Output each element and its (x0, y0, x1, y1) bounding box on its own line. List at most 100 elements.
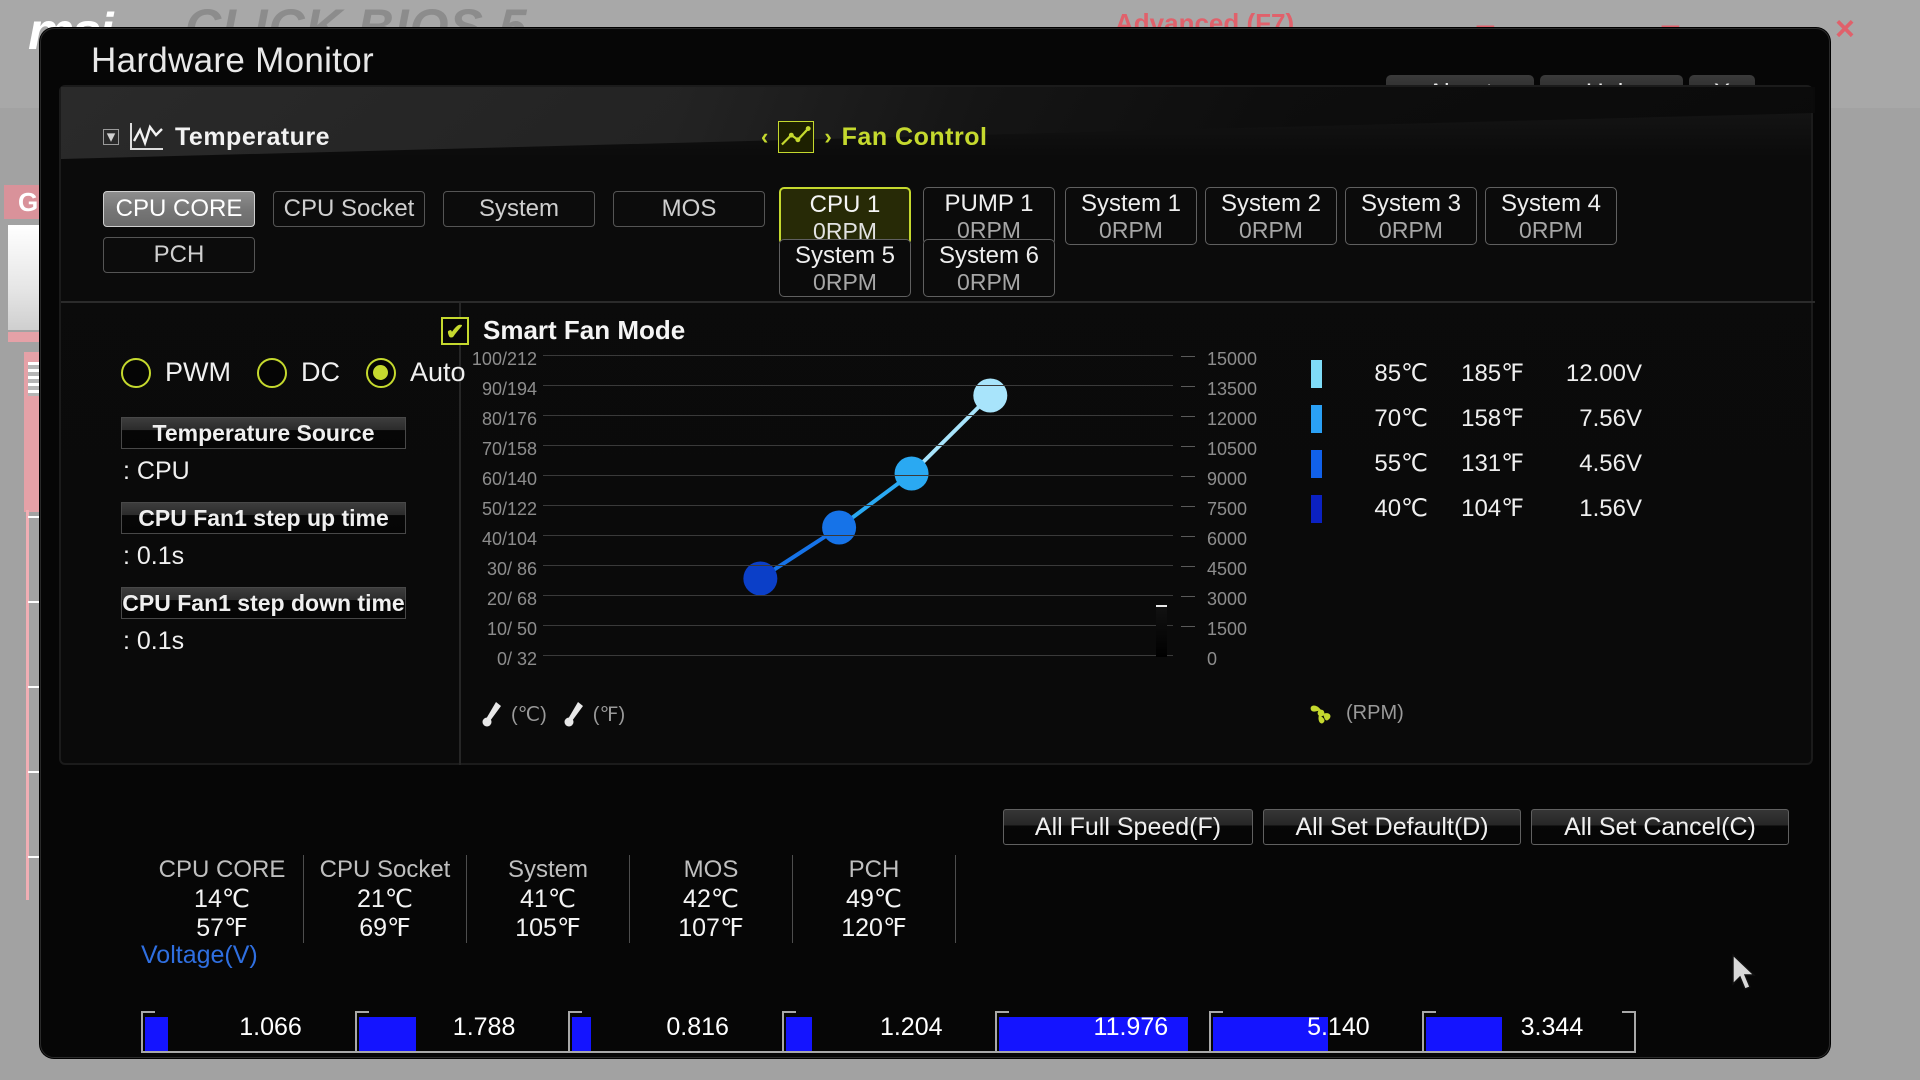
temp-summary-fahrenheit: 120℉ (841, 914, 907, 942)
chart-right-tick: 1500 (1207, 619, 1248, 639)
voltage-rail: 0.816 CPU SA (568, 1011, 782, 1058)
fan-curve-point[interactable] (973, 378, 1008, 413)
temp-summary-celsius: 42℃ (683, 885, 739, 913)
fan-button-system-6[interactable]: System 6 0RPM (923, 239, 1055, 297)
voltage-rail-label: CPU SA (576, 1057, 669, 1058)
temp-summary-column: PCH 49℃ 120℉ (793, 855, 956, 943)
legend-color-swatch (1311, 449, 1322, 478)
voltage-rail: 11.976 System 12V (995, 1011, 1209, 1057)
legend-celsius: 70℃ (1374, 405, 1428, 432)
voltage-rail-tick (354, 1011, 369, 1053)
rpm-unit-label: (RPM) (1346, 701, 1404, 724)
chart-right-tick: 10500 (1207, 439, 1258, 459)
temperature-source-value: : CPU (123, 457, 190, 485)
temp-tab-system[interactable]: System (443, 191, 595, 227)
voltage-rail: 1.066 CPU Core (141, 1011, 355, 1057)
chart-gridline (543, 445, 1173, 446)
temp-summary-column: MOS 42℃ 107℉ (630, 855, 793, 943)
chart-left-tick: 70/158 (481, 439, 537, 459)
radio-pwm[interactable] (121, 357, 151, 388)
temp-summary-column: CPU CORE 14℃ 57℉ (141, 855, 304, 943)
fan-mode-radio-group: PWM DC Auto (121, 357, 478, 388)
fan-button-system-3[interactable]: System 3 0RPM (1345, 187, 1477, 245)
chart-gridline (543, 655, 1173, 656)
temp-summary-fahrenheit: 57℉ (196, 914, 248, 942)
next-arrow-icon[interactable]: › (824, 124, 831, 150)
prev-arrow-icon[interactable]: ‹ (761, 124, 768, 150)
temp-summary-fahrenheit: 105℉ (515, 914, 581, 942)
temperature-source-button[interactable]: Temperature Source (121, 417, 406, 449)
fan-button-cpu-1[interactable]: CPU 1 0RPM (779, 187, 911, 245)
radio-auto[interactable] (365, 357, 396, 388)
fan-name: CPU 1 (809, 191, 881, 218)
legend-fahrenheit: 104℉ (1461, 495, 1524, 522)
temp-tab-cpu-core[interactable]: CPU CORE (103, 191, 255, 227)
fan-curve-point[interactable] (894, 456, 929, 491)
chart-gridline (543, 385, 1173, 386)
chart-right-tick: 3000 (1207, 589, 1248, 609)
chart-left-tick: 80/176 (481, 409, 537, 429)
chart-left-tick: 60/140 (481, 469, 537, 489)
fan-curve-point[interactable] (822, 510, 857, 545)
legend-fahrenheit: 131℉ (1461, 450, 1524, 477)
voltage-rail-label: System 5V (1217, 1057, 1338, 1058)
voltage-rail-tick (1422, 1011, 1437, 1053)
temp-summary-name: CPU CORE (158, 856, 286, 883)
chart-right-tick: 4500 (1207, 559, 1248, 579)
fan-name: System 3 (1360, 190, 1462, 217)
fan-button-system-1[interactable]: System 1 0RPM (1065, 187, 1197, 245)
temp-summary-column: System 41℃ 105℉ (467, 855, 630, 943)
step-up-time-button[interactable]: CPU Fan1 step up time (121, 502, 406, 534)
fan-button-system-5[interactable]: System 5 0RPM (779, 239, 911, 297)
all-set-default-button[interactable]: All Set Default(D) (1263, 809, 1521, 845)
voltage-rail-fill (358, 1017, 417, 1051)
radio-dc[interactable] (256, 357, 287, 388)
legend-row: 70℃ 158℉ 7.56V (1311, 402, 1642, 435)
fan-button-system-4[interactable]: System 4 0RPM (1485, 187, 1617, 245)
fan-curve-icon (778, 121, 815, 153)
fan-name: System 1 (1080, 190, 1182, 217)
bios-close-icon[interactable]: × (1835, 10, 1855, 49)
fan-curve-legend: 85℃ 185℉ 12.00V 70℃ 158℉ 7.56V 55℃ 131℉ 4.56V 40℃… (1311, 357, 1642, 537)
chart-left-tick: 50/122 (481, 499, 537, 519)
legend-voltage: 12.00V (1565, 359, 1642, 387)
fan-curve-point[interactable] (743, 561, 778, 596)
voltage-rail-value: 1.066 (239, 1013, 302, 1041)
all-full-speed-button[interactable]: All Full Speed(F) (1003, 809, 1253, 845)
chart-right-tick: 9000 (1207, 469, 1248, 489)
chart-left-tick: 30/ 86 (486, 559, 537, 579)
chart-gridline (543, 505, 1173, 506)
temp-summary-column: CPU Socket 21℃ 69℉ (304, 855, 467, 943)
fan-curve-plot[interactable] (543, 355, 1173, 656)
smart-fan-checkbox[interactable]: ✔ (441, 316, 469, 345)
chart-right-tick-mark (1181, 596, 1195, 597)
mouse-cursor (1732, 954, 1756, 990)
temp-summary-celsius: 41℃ (520, 885, 576, 913)
voltage-rail-value: 5.140 (1307, 1013, 1370, 1041)
expander-icon[interactable]: ▾ (103, 128, 119, 145)
section-divider (61, 301, 1815, 303)
voltage-rail-value: 1.788 (452, 1013, 516, 1041)
fan-name: System 6 (938, 242, 1040, 269)
chart-gridline (543, 535, 1173, 536)
chart-right-tick: 15000 (1207, 349, 1258, 369)
temp-tab-cpu-socket[interactable]: CPU Socket (273, 191, 425, 227)
fan-button-system-2[interactable]: System 2 0RPM (1205, 187, 1337, 245)
fan-name: System 5 (794, 242, 896, 269)
chart-temperature-units: (℃) (℉) (481, 699, 625, 729)
voltage-rail-tick (781, 1011, 796, 1053)
temp-tab-mos[interactable]: MOS (613, 191, 765, 227)
voltage-rail-fill (145, 1017, 168, 1051)
fan-button-pump-1[interactable]: PUMP 1 0RPM (923, 187, 1055, 245)
all-set-cancel-button[interactable]: All Set Cancel(C) (1531, 809, 1789, 845)
temperature-summary: CPU CORE 14℃ 57℉ CPU Socket 21℃ 69℉ System 41℃ 1… (141, 855, 956, 943)
temp-tab-pch[interactable]: PCH (103, 237, 255, 273)
legend-fahrenheit: 158℉ (1461, 405, 1524, 432)
fan-rpm: 0RPM (1379, 217, 1443, 243)
voltage-rail: 1.204 DRAM (781, 1011, 996, 1057)
smart-fan-mode-row[interactable]: ✔ Smart Fan Mode (441, 315, 685, 346)
legend-celsius: 85℃ (1374, 360, 1428, 387)
fan-rpm: 0RPM (957, 269, 1021, 295)
fan-name: System 4 (1500, 190, 1602, 217)
step-down-time-button[interactable]: CPU Fan1 step down time (121, 587, 406, 619)
